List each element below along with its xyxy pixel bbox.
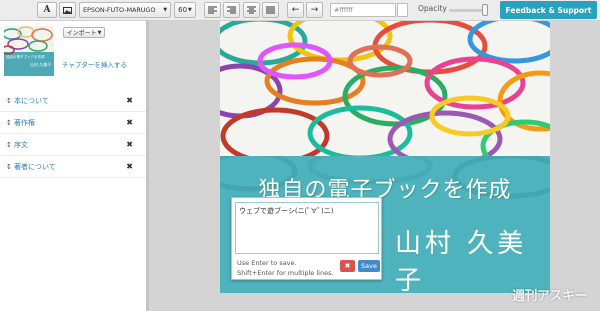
delete-chapter-icon[interactable]: ✖	[126, 118, 133, 127]
align-left-icon	[208, 6, 217, 14]
cover-author[interactable]: 山村 久美子	[395, 223, 550, 293]
move-left-button[interactable]: ←	[287, 2, 304, 18]
text-style-button[interactable]: A	[37, 2, 57, 18]
chapter-item[interactable]: ↕ 著作権 ✖	[0, 112, 146, 134]
chapter-item[interactable]: ↕ 序文 ✖	[0, 134, 146, 156]
align-center-icon	[247, 6, 256, 14]
font-family-select[interactable]: EPSON-FUTO-MARUGO ▼	[79, 2, 171, 18]
chevron-down-icon: ▼	[188, 7, 192, 13]
sidebar-divider	[146, 21, 149, 311]
drag-handle-icon[interactable]: ↕	[6, 163, 14, 171]
chapter-label[interactable]: 本について	[14, 96, 49, 106]
letter-a-icon: A	[43, 5, 51, 15]
text-edit-popup: ウェブで遊ブーシ(ニ(ﾟ∀ﾟ)ニ) Use Enter to save. Shi…	[231, 197, 382, 280]
watermark-logo: 週刊アスキー	[512, 289, 588, 304]
delete-chapter-icon[interactable]: ✖	[126, 140, 133, 149]
align-left-button[interactable]	[204, 2, 221, 18]
chapter-item[interactable]: ↕ 本について ✖	[0, 90, 146, 112]
sidebar: 独自の電子ブックを作成 山村 久美子 インポート ▼ チャプターを挿入する ↕ …	[0, 21, 148, 311]
delete-chapter-icon[interactable]: ✖	[126, 96, 133, 105]
drag-handle-icon[interactable]: ↕	[6, 119, 14, 127]
move-right-button[interactable]: →	[306, 2, 323, 18]
insert-chapter-link[interactable]: チャプターを挿入する	[62, 59, 127, 69]
arrow-right-icon: →	[310, 5, 319, 15]
cover-thumbnail[interactable]: 独自の電子ブックを作成 山村 久美子	[4, 26, 54, 76]
align-right-icon	[227, 6, 236, 14]
chevron-down-icon: ▼	[163, 7, 167, 13]
feedback-support-button[interactable]: Feedback & Support	[500, 1, 597, 19]
edit-textarea[interactable]: ウェブで遊ブーシ(ニ(ﾟ∀ﾟ)ニ)	[235, 202, 379, 254]
thumbnail-title: 独自の電子ブックを作成	[6, 55, 45, 59]
save-button[interactable]: Save	[358, 260, 380, 272]
chevron-down-icon: ▼	[97, 29, 102, 36]
arrow-left-icon: ←	[291, 5, 300, 15]
align-justify-icon	[266, 6, 275, 14]
cancel-button[interactable]: ✖	[340, 260, 355, 272]
drag-handle-icon[interactable]: ↕	[6, 141, 14, 149]
chapter-item[interactable]: ↕ 著者について ✖	[0, 156, 146, 178]
opacity-slider-handle[interactable]	[482, 4, 488, 16]
chapter-list: ↕ 本について ✖ ↕ 著作権 ✖ ↕ 序文 ✖ ↕ 著者について ✖	[0, 90, 146, 178]
help-text-multiline: Shift+Enter for multiple lines.	[237, 269, 334, 277]
insert-image-button[interactable]	[59, 2, 76, 18]
color-swatch[interactable]	[397, 3, 408, 17]
align-center-button[interactable]	[243, 2, 260, 18]
chapter-label[interactable]: 著者について	[14, 162, 56, 172]
align-right-button[interactable]	[223, 2, 240, 18]
import-button[interactable]: インポート ▼	[63, 27, 105, 38]
toolbar: A EPSON-FUTO-MARUGO ▼ 60 ▼ ← → #ffffff O…	[0, 0, 600, 21]
thumbnail-author: 山村 久美子	[30, 62, 52, 67]
font-size-value: 60	[178, 6, 188, 14]
help-text-save: Use Enter to save.	[237, 259, 297, 267]
delete-chapter-icon[interactable]: ✖	[126, 162, 133, 171]
chapter-label[interactable]: 序文	[14, 140, 28, 150]
close-icon: ✖	[344, 262, 351, 270]
rubber-bands-image	[4, 26, 54, 55]
import-label: インポート	[66, 30, 97, 37]
align-justify-button[interactable]	[262, 2, 279, 18]
image-icon	[63, 6, 72, 14]
font-size-select[interactable]: 60 ▼	[174, 2, 196, 18]
drag-handle-icon[interactable]: ↕	[6, 97, 14, 105]
chapter-label[interactable]: 著作権	[14, 118, 35, 128]
font-family-value: EPSON-FUTO-MARUGO	[83, 6, 156, 14]
opacity-label: Opacity	[418, 4, 447, 13]
color-input[interactable]: #ffffff	[330, 3, 396, 17]
